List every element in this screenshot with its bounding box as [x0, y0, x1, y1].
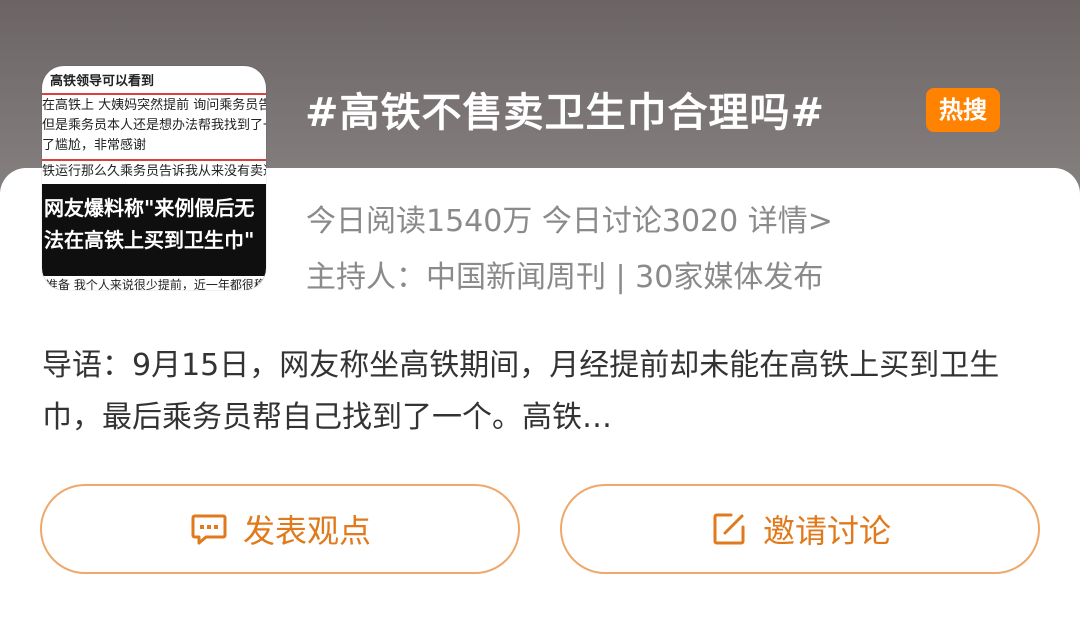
- thumbnail-text-line: 高铁领导可以看到: [50, 74, 155, 89]
- topic-host[interactable]: 主持人：中国新闻周刊 | 30家媒体发布: [306, 252, 823, 296]
- thumbnail-divider: [42, 159, 266, 161]
- hot-search-badge: 热搜: [926, 88, 1000, 132]
- post-opinion-button[interactable]: 发表观点: [40, 484, 520, 574]
- comment-bubble-icon: [189, 509, 229, 549]
- thumbnail-headline-line: 法在高铁上买到卫生巾": [44, 228, 255, 252]
- thumbnail-text-line: 铁运行那么久乘务员告诉我从来没有卖过: [42, 164, 266, 179]
- thumbnail-headline-line: 网友爆料称"来例假后无: [44, 196, 255, 220]
- invite-discussion-button[interactable]: 邀请讨论: [560, 484, 1040, 574]
- topic-title[interactable]: #高铁不售卖卫生巾合理吗#: [305, 80, 825, 138]
- thumbnail-text-line: 在高铁上 大姨妈突然提前 询问乘务员告知: [42, 98, 266, 113]
- edit-icon: [709, 509, 749, 549]
- topic-intro[interactable]: 导语：9月15日，网友称坐高铁期间，月经提前却未能在高铁上买到卫生巾，最后乘务员…: [42, 340, 1042, 444]
- thumbnail-text-line: 但是乘务员本人还是想办法帮我找到了一个: [42, 118, 266, 133]
- topic-stats[interactable]: 今日阅读1540万 今日讨论3020 详情>: [306, 196, 833, 240]
- thumbnail-divider: [42, 93, 266, 95]
- thumbnail-footer-text: 准备 我个人来说很少提前，近一年都很稳: [42, 276, 266, 290]
- thumbnail-text-line: 了尴尬，非常感谢: [42, 138, 147, 153]
- invite-discussion-label: 邀请讨论: [762, 512, 891, 550]
- post-opinion-label: 发表观点: [242, 512, 371, 550]
- topic-thumbnail[interactable]: 高铁领导可以看到 在高铁上 大姨妈突然提前 询问乘务员告知 但是乘务员本人还是想…: [42, 66, 266, 290]
